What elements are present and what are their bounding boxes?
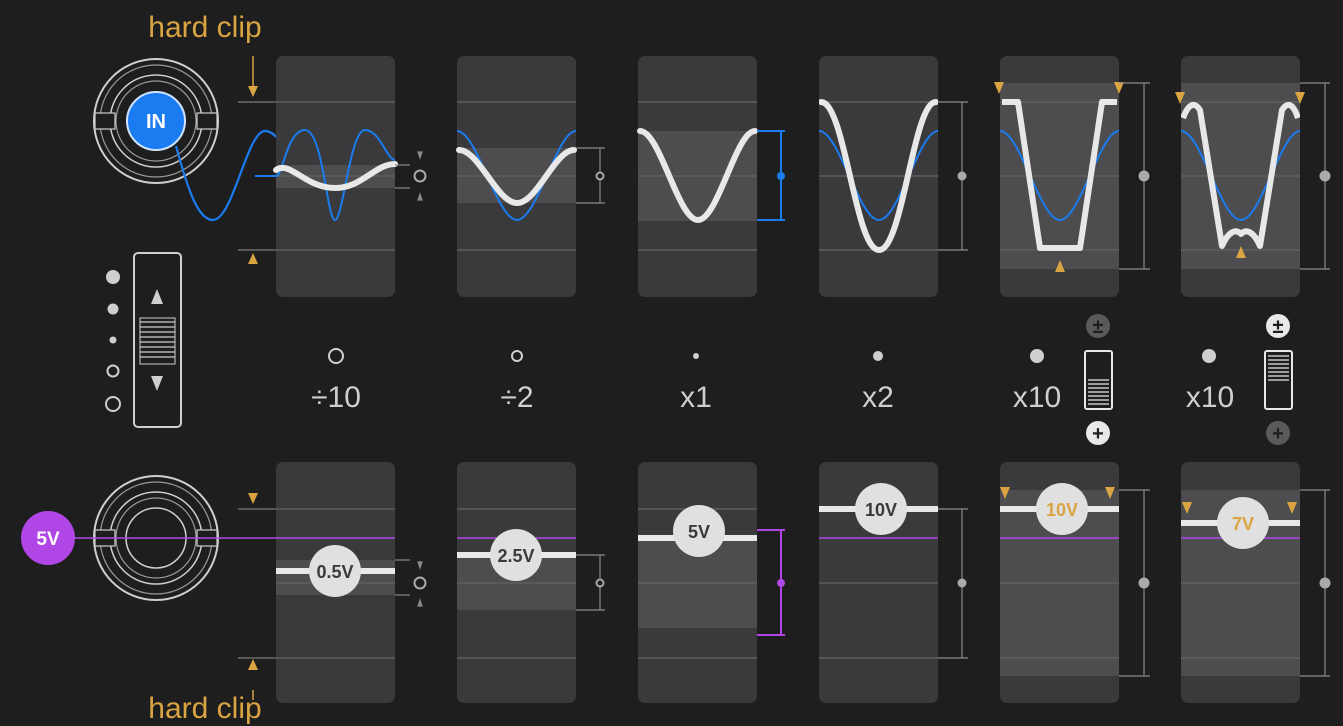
cv-value-div10: 0.5V	[316, 562, 353, 582]
offset-voltage-label: 5V	[36, 529, 60, 550]
setting-label-x10-bipolar: x10	[1013, 381, 1061, 414]
gain-selector-switch[interactable]	[133, 252, 182, 428]
bipolar-icon: ±	[1093, 316, 1104, 338]
down-arrow-icon	[151, 376, 163, 391]
cv-value-div2: 2.5V	[497, 546, 534, 566]
setting-label-x10-unipolar: x10	[1186, 381, 1234, 414]
setting-label-x1: x1	[680, 381, 712, 414]
attenuverter-diagram: hard clip IN ÷10 ÷2 x1 x2 x10 x10 ± + ± …	[21, 11, 1331, 725]
cv-value-x2: 10V	[865, 500, 897, 520]
cv-value-x1: 5V	[688, 522, 710, 542]
setting-label-div2: ÷2	[500, 381, 533, 414]
switch-position-indicators	[105, 270, 121, 412]
range-indicator-x1	[757, 130, 785, 221]
unipolar-icon: +	[1092, 423, 1104, 445]
setting-label-div10: ÷10	[311, 381, 361, 414]
input-jack-label: IN	[146, 111, 166, 133]
bipolar-icon-2: ±	[1273, 316, 1284, 338]
unipolar-icon-2: +	[1272, 423, 1284, 445]
cv-value-x10-unipolar: 7V	[1232, 514, 1254, 534]
hard-clip-label-top: hard clip	[148, 11, 261, 44]
hard-clip-label-bottom: hard clip	[148, 692, 261, 725]
clip-marker-top	[248, 86, 258, 97]
setting-label-x2: x2	[862, 381, 894, 414]
up-arrow-icon	[151, 289, 163, 304]
clip-marker-bottom	[248, 253, 258, 264]
range-indicator-x1-bottom	[757, 529, 785, 636]
cv-value-x10-bipolar: 10V	[1046, 500, 1078, 520]
